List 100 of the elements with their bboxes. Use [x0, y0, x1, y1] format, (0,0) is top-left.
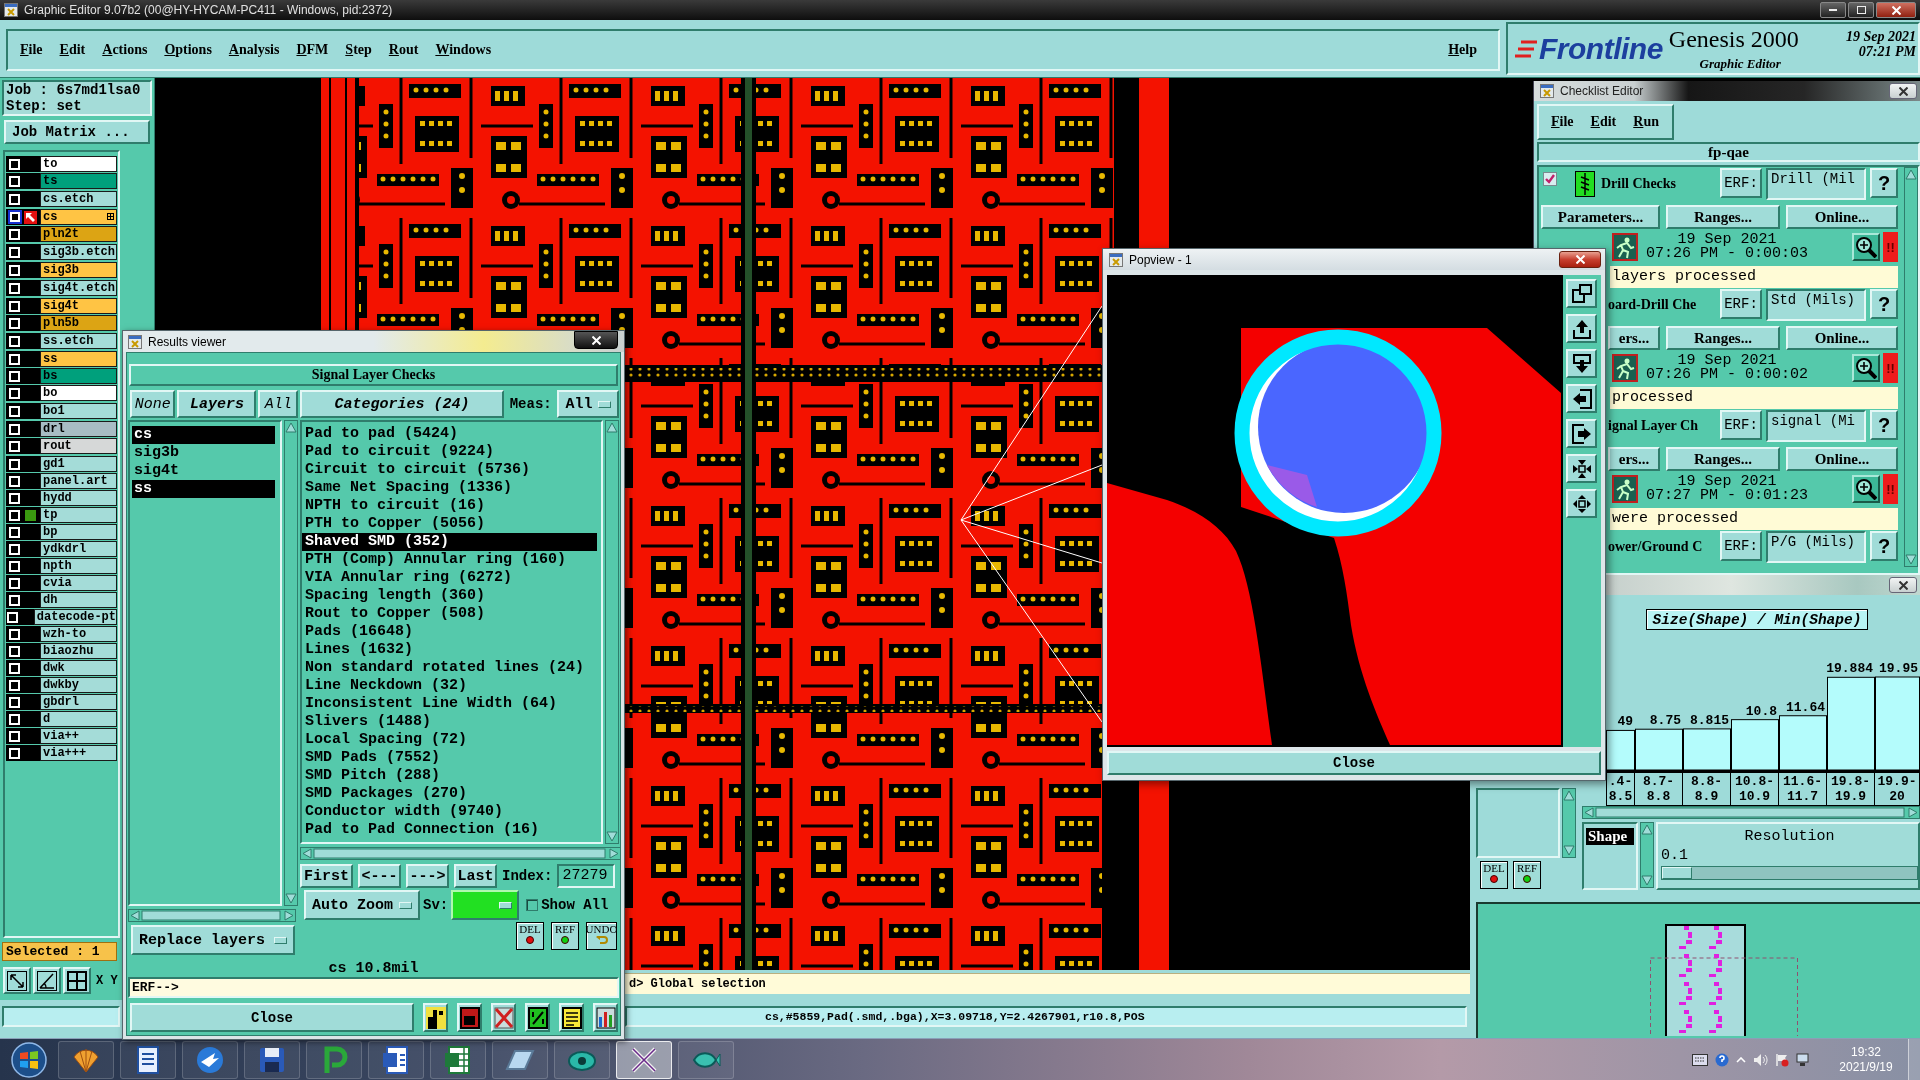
category-item[interactable]: VIA Annular ring (6272): [302, 569, 597, 587]
layer-row[interactable]: rout: [6, 438, 117, 454]
layer-row[interactable]: ts: [6, 173, 117, 189]
check-action-button[interactable]: Parameters...: [1541, 205, 1660, 229]
erf-button[interactable]: ERF:: [1720, 531, 1762, 561]
vertical-scrollbar[interactable]: [605, 420, 619, 844]
category-item[interactable]: Pads (16648): [302, 623, 597, 641]
taskbar-button[interactable]: [368, 1040, 424, 1079]
profile-field[interactable]: P/G (Mils): [1766, 531, 1866, 563]
layer-row[interactable]: cs: [6, 209, 117, 225]
erf-button[interactable]: ERF:: [1720, 168, 1762, 198]
menu-item[interactable]: Actions: [94, 40, 157, 60]
vertical-scrollbar[interactable]: [1904, 167, 1918, 567]
layer-item[interactable]: cs: [132, 426, 275, 444]
categories-button[interactable]: Categories (24): [300, 390, 504, 418]
layer-filter-button[interactable]: None: [130, 390, 176, 418]
layer-row[interactable]: bp: [6, 524, 117, 540]
menu-item[interactable]: Rout: [380, 40, 428, 60]
category-item[interactable]: PTH (Comp) Annular ring (160): [302, 551, 597, 569]
vertical-scrollbar[interactable]: [284, 420, 298, 906]
meas-dropdown[interactable]: All: [557, 390, 619, 418]
zoom-button[interactable]: [1852, 475, 1880, 503]
vertical-scrollbar[interactable]: [1640, 822, 1654, 888]
layer-row[interactable]: dh: [6, 592, 117, 608]
category-item[interactable]: Conductor width (9740): [302, 803, 597, 821]
layer-row[interactable]: gbdrl: [6, 694, 117, 710]
category-item[interactable]: Lines (1632): [302, 641, 597, 659]
tool-button[interactable]: [3, 967, 31, 994]
layer-row[interactable]: cs.etch: [6, 191, 117, 207]
check-action-button[interactable]: Online...: [1786, 205, 1898, 229]
taskbar-button[interactable]: [616, 1040, 672, 1079]
category-item[interactable]: SMD Pads (7552): [302, 749, 597, 767]
layer-row[interactable]: biaozhu: [6, 643, 117, 659]
delete-button[interactable]: DEL: [1480, 861, 1508, 889]
index-field[interactable]: 27279: [557, 864, 616, 888]
horizontal-scrollbar[interactable]: [300, 847, 621, 860]
taskbar-button[interactable]: [492, 1040, 548, 1079]
category-item[interactable]: Spacing length (360): [302, 587, 597, 605]
category-item[interactable]: Inconsistent Line Width (64): [302, 695, 597, 713]
profile-field[interactable]: signal (Mi: [1766, 410, 1866, 442]
nav-button[interactable]: Last: [454, 864, 497, 888]
refresh-button[interactable]: REF: [1513, 861, 1541, 889]
profile-field[interactable]: Drill (Mil: [1766, 168, 1866, 200]
category-item[interactable]: Shaved SMD (352): [302, 533, 597, 551]
layer-mode-dropdown[interactable]: Replace layers: [131, 925, 295, 955]
taskbar-button[interactable]: [120, 1040, 176, 1079]
check-action-button[interactable]: ers...: [1608, 447, 1660, 471]
menu-item[interactable]: Help: [1440, 40, 1486, 60]
nav-button[interactable]: <---: [358, 864, 401, 888]
help-button[interactable]: ?: [1870, 410, 1898, 440]
category-item[interactable]: Rout to Copper (508): [302, 605, 597, 623]
category-item[interactable]: Circuit to circuit (5736): [302, 461, 597, 479]
horizontal-scrollbar[interactable]: [128, 909, 296, 922]
horizontal-scrollbar[interactable]: [1582, 806, 1920, 819]
minimize-button[interactable]: [1820, 2, 1846, 18]
help-button[interactable]: ?: [1870, 289, 1898, 319]
layer-filter-button[interactable]: All: [258, 390, 298, 418]
tool-button[interactable]: [1566, 349, 1597, 378]
close-button[interactable]: [1889, 83, 1917, 99]
zoom-button[interactable]: [1852, 354, 1880, 382]
menu-item[interactable]: Analysis: [220, 40, 289, 60]
erf-command-field[interactable]: ERF-->: [128, 977, 619, 998]
refresh-button[interactable]: REF: [551, 922, 579, 950]
layer-row[interactable]: sig3b: [6, 262, 117, 278]
zoom-button[interactable]: [1852, 233, 1880, 261]
category-item[interactable]: Line Neckdown (32): [302, 677, 597, 695]
category-item[interactable]: PTH to Copper (5056): [302, 515, 597, 533]
close-button[interactable]: [1559, 251, 1601, 268]
menu-item[interactable]: DFM: [288, 40, 338, 60]
help-button[interactable]: ?: [1870, 531, 1898, 561]
tool-button[interactable]: [1566, 279, 1597, 308]
menu-item[interactable]: Edit: [1582, 112, 1626, 132]
tool-button[interactable]: [1566, 419, 1597, 448]
close-button[interactable]: Close: [130, 1003, 414, 1032]
check-action-button[interactable]: Online...: [1786, 326, 1898, 350]
layer-row[interactable]: ydkdrl: [6, 541, 117, 557]
maximize-button[interactable]: [1848, 2, 1874, 18]
layer-filter-button[interactable]: Layers: [177, 390, 257, 418]
layer-row[interactable]: sig4t.etch: [6, 280, 117, 296]
taskbar-button[interactable]: [430, 1040, 486, 1079]
layer-row[interactable]: npth: [6, 558, 117, 574]
layer-row[interactable]: pln5b: [6, 315, 117, 331]
close-button[interactable]: [1889, 577, 1917, 593]
job-matrix-button[interactable]: Job Matrix ...: [4, 120, 150, 144]
slider-thumb[interactable]: [1662, 867, 1692, 879]
layer-row[interactable]: drl: [6, 421, 117, 437]
check-action-button[interactable]: Ranges...: [1666, 326, 1780, 350]
category-item[interactable]: NPTH to circuit (16): [302, 497, 597, 515]
close-button[interactable]: Close: [1107, 751, 1601, 775]
layer-row[interactable]: bo: [6, 385, 117, 401]
category-item[interactable]: Slivers (1488): [302, 713, 597, 731]
tool-button[interactable]: [63, 967, 91, 994]
nav-button[interactable]: First: [300, 864, 353, 888]
layer-row[interactable]: bo1: [6, 403, 117, 419]
layer-row[interactable]: via+++: [6, 745, 117, 761]
layer-row[interactable]: via++: [6, 728, 117, 744]
help-button[interactable]: ?: [1870, 168, 1898, 198]
erf-button[interactable]: ERF:: [1720, 410, 1762, 440]
slider-track[interactable]: [1661, 866, 1918, 880]
check-action-button[interactable]: ers...: [1608, 326, 1660, 350]
